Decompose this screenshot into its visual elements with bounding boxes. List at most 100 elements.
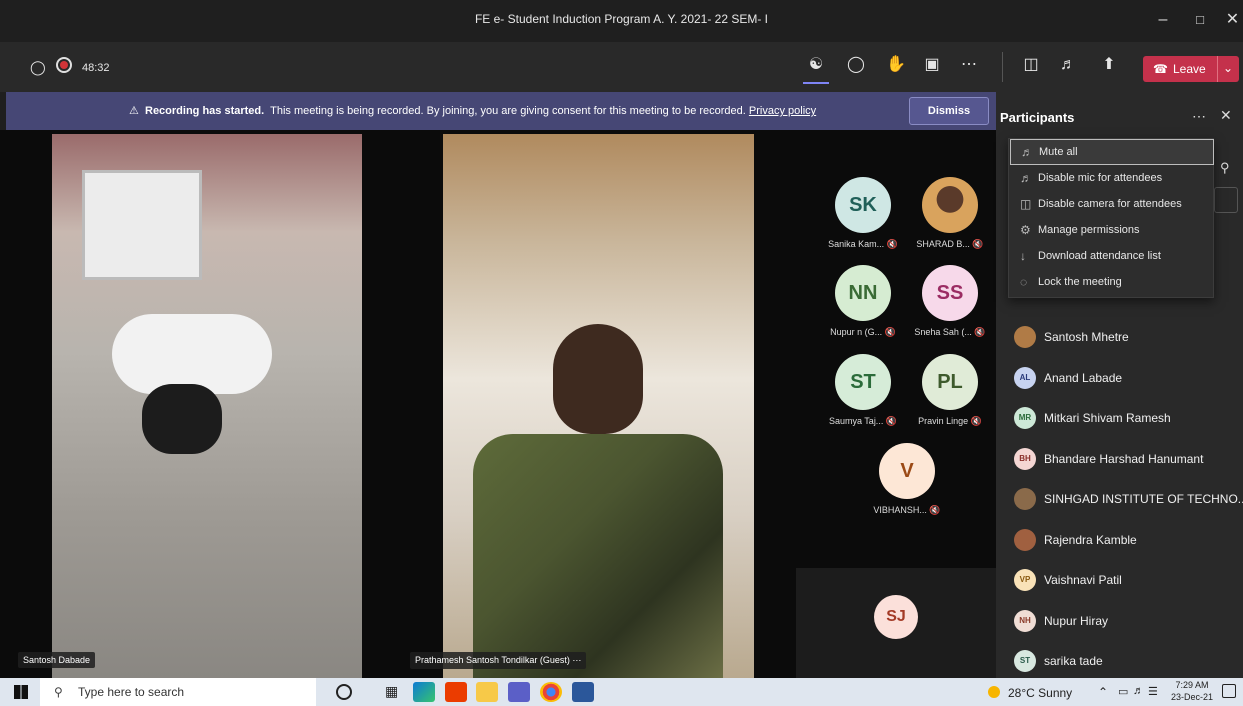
participant-name: SINHGAD INSTITUTE OF TECHNO... [1044, 492, 1243, 506]
avatar [1014, 488, 1036, 510]
teams-icon[interactable] [508, 682, 530, 702]
minimize-button[interactable]: – [1148, 8, 1178, 32]
participant-tile[interactable]: NN Nupur n (G... 🔇 [823, 265, 903, 338]
wifi-icon[interactable]: ☰ [1148, 685, 1158, 698]
close-window-button[interactable]: ✕ [1222, 8, 1243, 32]
camera-off-icon[interactable]: ◫ [1018, 55, 1044, 75]
clock-date: 23-Dec-21 [1170, 692, 1214, 702]
participant-name: Mitkari Shivam Ramesh [1044, 411, 1171, 425]
person-shape [112, 314, 272, 394]
chevron-up-icon[interactable]: ⌃ [1098, 685, 1108, 699]
avatar: V [879, 443, 935, 499]
cortana-icon[interactable] [336, 684, 352, 700]
dismiss-button[interactable]: Dismiss [909, 97, 989, 125]
search-icon[interactable]: ⚲ [1220, 160, 1230, 176]
list-item[interactable]: VP Vaishnavi Patil [1014, 567, 1122, 593]
person-shape [473, 434, 723, 678]
edge-icon[interactable] [413, 682, 435, 702]
avatar [1014, 326, 1036, 348]
leave-button[interactable]: ☎ Leave ⌄ [1143, 56, 1239, 82]
menu-item-lock-meeting[interactable]: ◌ Lock the meeting [1010, 269, 1214, 295]
share-screen-icon[interactable]: ⬆ [1096, 55, 1122, 75]
menu-item-disable-mic[interactable]: ♬ Disable mic for attendees [1010, 165, 1214, 191]
banner-message: This meeting is being recorded. By joini… [270, 105, 746, 117]
taskbar: ⚲ Type here to search ▦ 28°C Sunny ⌃ ▭ ♬… [0, 678, 1243, 706]
avatar: NH [1014, 610, 1036, 632]
avatar: SS [922, 265, 978, 321]
video-name-tag: Santosh Dabade [18, 652, 96, 668]
list-item[interactable]: ST sarika tade [1014, 648, 1103, 674]
avatar: NN [835, 265, 891, 321]
lock-icon: ◌ [1020, 275, 1028, 289]
list-item[interactable]: SINHGAD INSTITUTE OF TECHNO... [1014, 486, 1243, 512]
title-bar: FE e- Student Induction Program A. Y. 20… [0, 0, 1243, 42]
avatar: PL [922, 354, 978, 410]
search-placeholder: Type here to search [78, 685, 185, 699]
privacy-policy-link[interactable]: Privacy policy [749, 105, 816, 117]
phone-icon: ☎ [1153, 62, 1168, 76]
task-view-icon[interactable]: ▦ [385, 683, 398, 700]
menu-item-manage-permissions[interactable]: ⚙ Manage permissions [1010, 217, 1214, 243]
whiteboard [82, 170, 202, 280]
mic-icon: ♬ [1020, 171, 1032, 185]
participant-name: Anand Labade [1044, 371, 1123, 385]
battery-icon[interactable]: ▭ [1118, 685, 1128, 698]
clock[interactable]: 7:29 AM 23-Dec-21 [1170, 679, 1214, 703]
more-options-icon[interactable]: ⋯ [1192, 108, 1206, 125]
avatar: AL [1014, 367, 1036, 389]
list-item[interactable]: Rajendra Kamble [1014, 527, 1137, 553]
warning-icon: ⚠ [129, 105, 139, 117]
list-item[interactable]: Santosh Mhetre [1014, 324, 1129, 350]
avatar: VP [1014, 569, 1036, 591]
raise-hand-icon[interactable]: ✋ [883, 55, 909, 75]
shield-icon: ◯ [30, 59, 46, 75]
weather-text[interactable]: 28°C Sunny [1008, 686, 1072, 700]
list-item[interactable]: BH Bhandare Harshad Hanumant [1014, 446, 1203, 472]
chat-icon[interactable]: ◯ [843, 55, 869, 75]
maximize-button[interactable]: □ [1185, 8, 1215, 32]
participant-tile[interactable]: V VIBHANSH... 🔇 [867, 443, 947, 516]
more-actions-icon[interactable]: ⋯ [956, 55, 982, 75]
banner-text: ⚠ Recording has started. This meeting is… [129, 104, 816, 117]
list-item[interactable]: MR Mitkari Shivam Ramesh [1014, 405, 1171, 431]
participant-tile[interactable]: SK Sanika Kam... 🔇 [823, 177, 903, 250]
windows-start-icon[interactable] [14, 685, 28, 699]
list-item[interactable]: AL Anand Labade [1014, 365, 1122, 391]
avatar-photo [922, 177, 978, 233]
participant-tile[interactable]: PL Pravin Linge 🔇 [910, 354, 990, 427]
search-input[interactable]: ⚲ Type here to search [40, 678, 316, 706]
close-icon[interactable]: ✕ [1220, 107, 1232, 124]
menu-item-mute-all[interactable]: ♬ Mute all [1010, 139, 1214, 165]
clock-time: 7:29 AM [1175, 680, 1209, 690]
menu-item-disable-camera[interactable]: ◫ Disable camera for attendees [1010, 191, 1214, 217]
chrome-icon[interactable] [540, 682, 562, 702]
participant-tile[interactable]: SJ [856, 595, 936, 639]
menu-item-download-attendance[interactable]: ↓ Download attendance list [1010, 243, 1214, 269]
participant-name: Bhandare Harshad Hanumant [1044, 452, 1204, 466]
avatar: SK [835, 177, 891, 233]
people-icon[interactable]: ☯ [803, 55, 829, 75]
chevron-down-icon[interactable]: ⌄ [1223, 61, 1233, 75]
person-head [142, 384, 222, 454]
tile-name: Sneha Sah (... 🔇 [914, 327, 986, 337]
list-item[interactable]: NH Nupur Hiray [1014, 608, 1108, 634]
divider [1002, 52, 1003, 82]
participant-tile[interactable]: SHARAD B... 🔇 [910, 177, 990, 250]
word-icon[interactable] [572, 682, 594, 702]
breakout-rooms-icon[interactable]: ▣ [919, 55, 945, 75]
avatar: BH [1014, 448, 1036, 470]
invite-input[interactable] [1214, 187, 1238, 213]
banner-bold: Recording has started. [145, 105, 265, 117]
participant-tile[interactable]: ST Saumya Taj... 🔇 [823, 354, 903, 427]
people-active-indicator [803, 82, 829, 84]
notification-icon[interactable] [1222, 684, 1236, 698]
mic-muted-icon[interactable]: ♬ [1055, 55, 1081, 75]
participant-tile[interactable]: SS Sneha Sah (... 🔇 [910, 265, 990, 338]
participant-name: Nupur Hiray [1044, 614, 1109, 628]
file-explorer-icon[interactable] [476, 682, 498, 702]
participant-name: Rajendra Kamble [1044, 533, 1137, 547]
office-icon[interactable] [445, 682, 467, 702]
mic-icon[interactable]: ♬ [1133, 685, 1144, 697]
tile-name: Pravin Linge 🔇 [918, 416, 982, 426]
tile-name: Sanika Kam... 🔇 [828, 239, 898, 249]
